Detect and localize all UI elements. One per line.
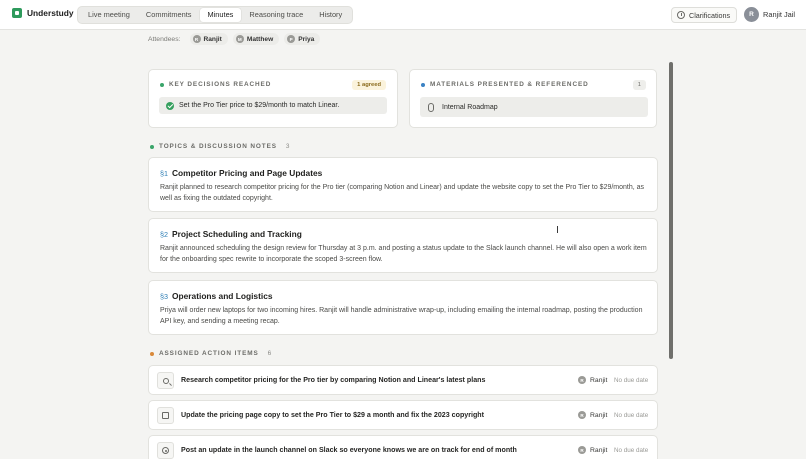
decision-text: Set the Pro Tier price to $29/month to m… [179, 102, 340, 109]
action-type-button[interactable] [157, 372, 174, 389]
action-type-button[interactable] [157, 407, 174, 424]
owner-name: Ranjit [590, 446, 608, 454]
action-owner[interactable]: R Ranjit [578, 411, 607, 419]
attendee-chip[interactable]: M Matthew [232, 33, 280, 45]
action-items-count: 6 [267, 350, 272, 357]
attendee-name: Ranjit [203, 35, 222, 43]
status-dot-icon [160, 82, 164, 87]
view-tabs: Live meeting Commitments Minutes Reasoni… [77, 6, 354, 24]
action-item-row[interactable]: Research competitor pricing for the Pro … [148, 365, 658, 395]
action-item-row[interactable]: Post an update in the launch channel on … [148, 435, 658, 459]
due-date[interactable]: No due date [614, 377, 648, 384]
topic-title: Operations and Logistics [172, 291, 273, 301]
action-item-text: Research competitor pricing for the Pro … [181, 376, 486, 384]
brand[interactable]: Understudy [12, 8, 74, 18]
action-item-row[interactable]: Update the pricing page copy to set the … [148, 400, 658, 430]
app-logo-icon [12, 8, 22, 18]
paperclip-icon [428, 102, 434, 112]
tab-reasoning-trace[interactable]: Reasoning trace [241, 8, 311, 22]
material-item[interactable]: Internal Roadmap [420, 97, 648, 117]
topic-title: Project Scheduling and Tracking [172, 229, 302, 239]
material-name: Internal Roadmap [442, 103, 498, 111]
due-date[interactable]: No due date [614, 412, 648, 419]
action-owner[interactable]: R Ranjit [578, 376, 607, 384]
info-icon [677, 11, 685, 19]
text-cursor-icon: I [556, 225, 559, 236]
edit-icon [162, 412, 169, 419]
attendee-name: Priya [298, 35, 315, 43]
attendee-avatar: P [287, 35, 296, 43]
materials-heading: MATERIALS PRESENTED & REFERENCED [421, 81, 589, 88]
check-circle-icon [166, 101, 174, 110]
scrollbar[interactable] [669, 62, 673, 359]
action-item-text: Update the pricing page copy to set the … [181, 411, 484, 419]
topic-notes: Ranjit announced scheduling the design r… [160, 245, 647, 264]
owner-avatar: R [578, 411, 586, 419]
section-number: §2 [160, 230, 168, 239]
topics-count: 3 [285, 143, 290, 150]
topic-card: §1 Competitor Pricing and Page Updates R… [148, 157, 658, 212]
topic-notes: Ranjit planned to research competitor pr… [160, 184, 645, 203]
topic-notes: Priya will order new laptops for two inc… [160, 307, 643, 326]
owner-name: Ranjit [590, 411, 608, 419]
action-items-heading: ASSIGNED ACTION ITEMS 6 [150, 350, 271, 357]
topic-title-row: §1 Competitor Pricing and Page Updates [160, 168, 322, 178]
status-dot-icon [421, 82, 425, 87]
status-dot-icon [150, 144, 154, 149]
top-bar: Understudy Live meeting Commitments Minu… [0, 0, 806, 30]
due-date[interactable]: No due date [614, 447, 648, 454]
send-icon [162, 447, 169, 454]
tab-live-meeting[interactable]: Live meeting [80, 8, 138, 22]
owner-name: Ranjit [590, 376, 608, 384]
user-name: Ranjit Jail [763, 10, 796, 19]
app-name: Understudy [27, 8, 74, 18]
clarifications-label: Clarifications [689, 10, 731, 20]
materials-title: MATERIALS PRESENTED & REFERENCED [430, 81, 589, 88]
avatar: R [744, 7, 759, 22]
topic-title-row: §3 Operations and Logistics [160, 291, 273, 301]
key-decisions-title: KEY DECISIONS REACHED [169, 81, 272, 88]
attendee-chip[interactable]: R Ranjit [189, 33, 228, 45]
key-decisions-card: KEY DECISIONS REACHED 1 agreed Set the P… [148, 69, 398, 128]
materials-count-badge: 1 [632, 80, 646, 90]
action-owner[interactable]: R Ranjit [578, 446, 607, 454]
action-items-title: ASSIGNED ACTION ITEMS [159, 350, 259, 357]
topic-title-row: §2 Project Scheduling and Tracking [160, 229, 302, 239]
attendee-name: Matthew [246, 35, 274, 43]
topic-title: Competitor Pricing and Page Updates [172, 168, 323, 178]
materials-card: MATERIALS PRESENTED & REFERENCED 1 Inter… [409, 69, 657, 128]
user-menu[interactable]: R Ranjit Jail [744, 7, 795, 22]
owner-avatar: R [578, 376, 586, 384]
tab-commitments[interactable]: Commitments [138, 8, 200, 22]
topic-card: §2 Project Scheduling and Tracking Ranji… [148, 218, 658, 273]
action-item-text: Post an update in the launch channel on … [181, 446, 517, 454]
topics-heading: TOPICS & DISCUSSION NOTES 3 [150, 143, 289, 150]
status-dot-icon [150, 351, 154, 356]
action-type-button[interactable] [157, 442, 174, 459]
topics-title: TOPICS & DISCUSSION NOTES [159, 143, 277, 150]
tab-minutes[interactable]: Minutes [199, 8, 242, 22]
attendee-avatar: R [192, 35, 201, 43]
decision-item[interactable]: Set the Pro Tier price to $29/month to m… [159, 97, 387, 114]
attendee-chip[interactable]: P Priya [284, 33, 321, 45]
section-number: §1 [160, 169, 168, 178]
attendees-row: Attendees: R Ranjit M Matthew P Priya [148, 33, 321, 45]
owner-avatar: R [578, 446, 586, 454]
topic-card: §3 Operations and Logistics Priya will o… [148, 280, 658, 335]
agreed-badge: 1 agreed [352, 80, 386, 90]
tab-history[interactable]: History [311, 8, 350, 22]
attendee-avatar: M [235, 35, 244, 43]
search-icon [162, 377, 169, 384]
attendees-label: Attendees: [148, 35, 181, 43]
key-decisions-heading: KEY DECISIONS REACHED [160, 81, 271, 88]
section-number: §3 [160, 292, 168, 301]
clarifications-button[interactable]: Clarifications [671, 7, 737, 23]
